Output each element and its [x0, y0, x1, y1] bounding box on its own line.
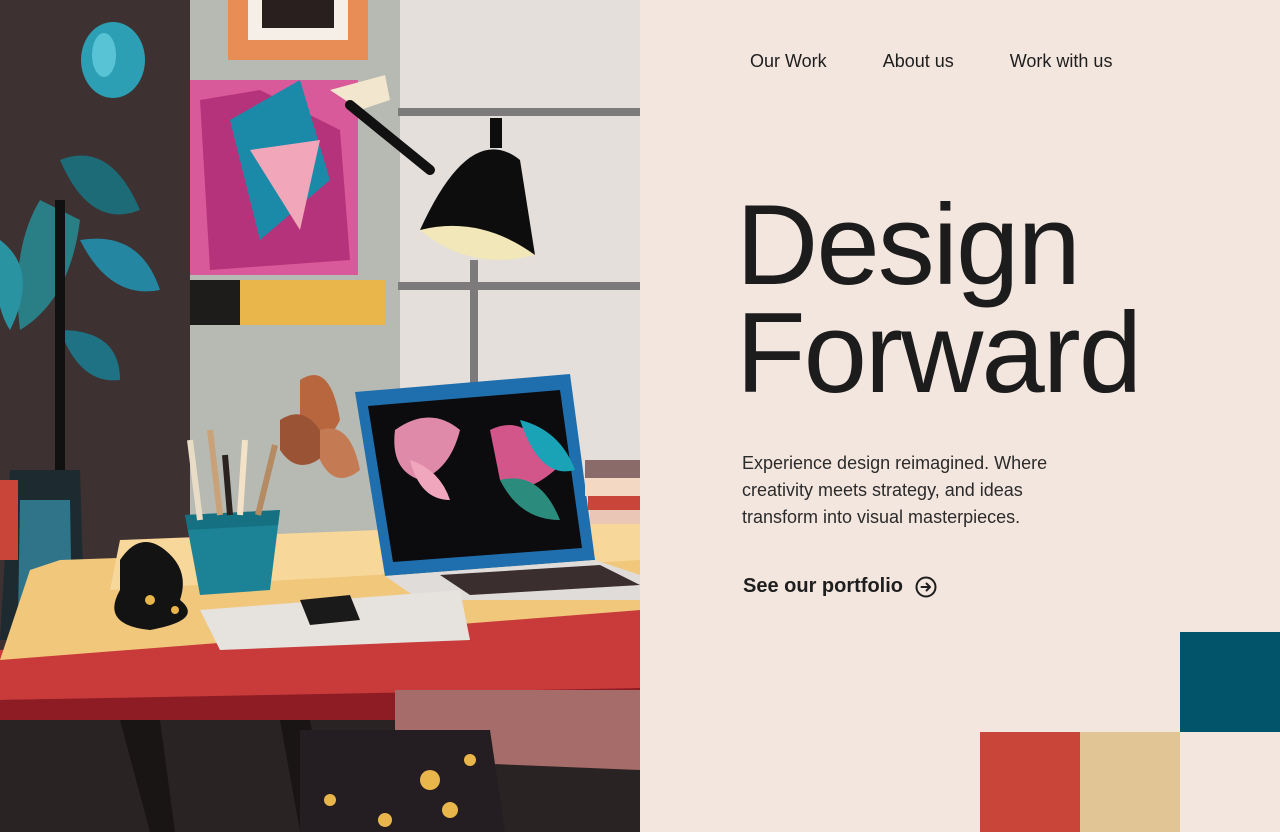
hero-illustration	[0, 0, 640, 832]
main-navigation: Our Work About us Work with us	[750, 50, 1112, 72]
headline-line-1: Design	[736, 182, 1081, 309]
decorative-teal-square	[1180, 632, 1280, 732]
see-portfolio-link[interactable]: See our portfolio	[743, 575, 937, 598]
nav-work-with-us-link[interactable]: Work with us	[1010, 50, 1113, 72]
nav-about-us-link[interactable]: About us	[883, 50, 954, 72]
decorative-sand-square	[1080, 732, 1180, 832]
see-portfolio-label: See our portfolio	[743, 575, 903, 597]
hero-tagline: Experience design reimagined. Where crea…	[742, 453, 1048, 527]
headline-line-2: Forward	[736, 290, 1142, 417]
nav-our-work-link[interactable]: Our Work	[750, 50, 827, 72]
hero-headline: Design Forward	[736, 182, 1142, 417]
arrow-right-circle-icon	[915, 576, 937, 597]
hero-content: Our Work About us Work with us Design Fo…	[640, 0, 1280, 832]
desk-workspace-illustration	[0, 0, 640, 832]
decorative-red-square	[980, 732, 1080, 832]
